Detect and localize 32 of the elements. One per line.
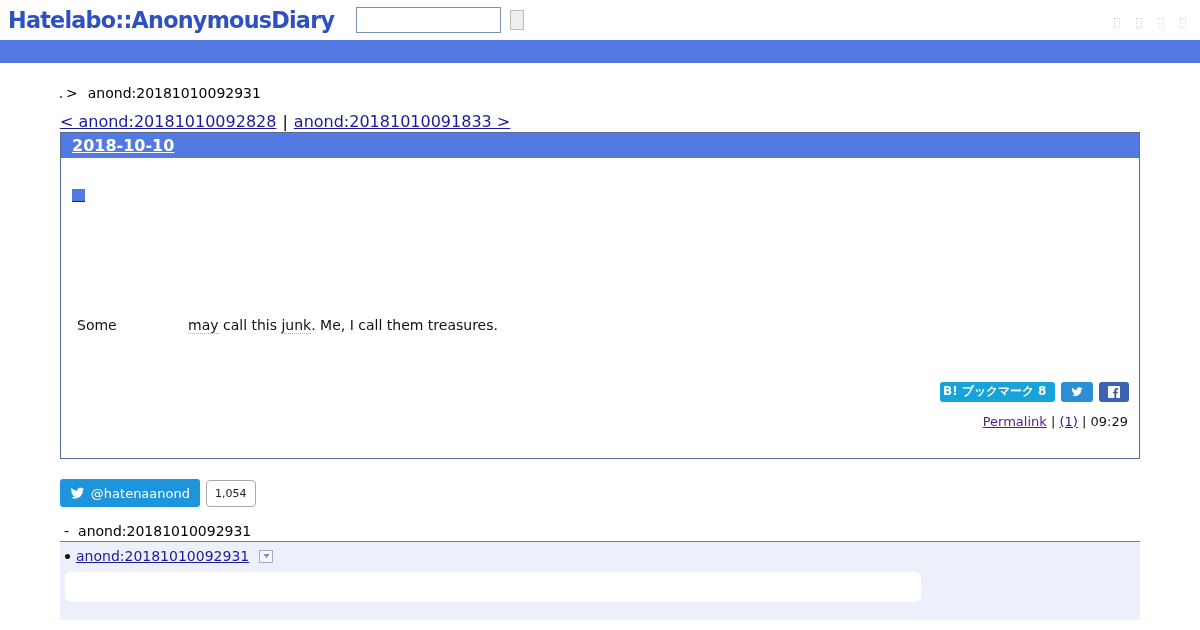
footer-text: | 09:29	[1081, 414, 1128, 429]
search-button[interactable]	[510, 10, 525, 30]
facebook-share-button[interactable]	[1099, 382, 1129, 402]
footer-link[interactable]: Permalink	[982, 414, 1047, 429]
footer-text: |	[1049, 414, 1057, 429]
keyword-link[interactable]: junk	[281, 317, 312, 334]
broken-image-icon	[1136, 18, 1142, 28]
site-logo[interactable]: Hatelabo::AnonymousDiary	[8, 7, 335, 33]
pager-divider: |	[282, 112, 288, 131]
bullet-icon	[65, 553, 70, 559]
references-heading: anond:20181010092931	[78, 523, 252, 539]
follower-count: 1,054	[206, 479, 256, 507]
entry-text: Some may call this junk. Me, I call them treasures.	[77, 317, 498, 333]
search-field[interactable]	[356, 7, 502, 33]
next-entry-link[interactable]: anond:20181010091833 >	[293, 112, 511, 131]
broken-image-icon	[1114, 18, 1120, 28]
keyword-link[interactable]: may	[188, 317, 219, 334]
breadcrumb-separator: >	[66, 85, 78, 101]
breadcrumb-current: anond:20181010092931	[87, 85, 261, 101]
date-link[interactable]: 2018-10-10	[72, 136, 175, 155]
section-marker-icon[interactable]	[72, 189, 85, 202]
tweet-button[interactable]	[1061, 382, 1093, 402]
broken-image-icon	[1158, 18, 1164, 28]
bird-icon	[1070, 386, 1084, 398]
footer-link[interactable]: (1)	[1059, 414, 1078, 429]
broken-image-icon	[1180, 18, 1186, 28]
previous-entry-link[interactable]: < anond:20181010092828	[60, 112, 277, 131]
bird-icon	[70, 485, 85, 501]
dropdown-icon[interactable]	[259, 549, 274, 563]
letter-f-icon	[1108, 386, 1120, 398]
heading-mark: -	[64, 523, 70, 539]
reference-link[interactable]: anond:20181010092931	[76, 548, 250, 564]
